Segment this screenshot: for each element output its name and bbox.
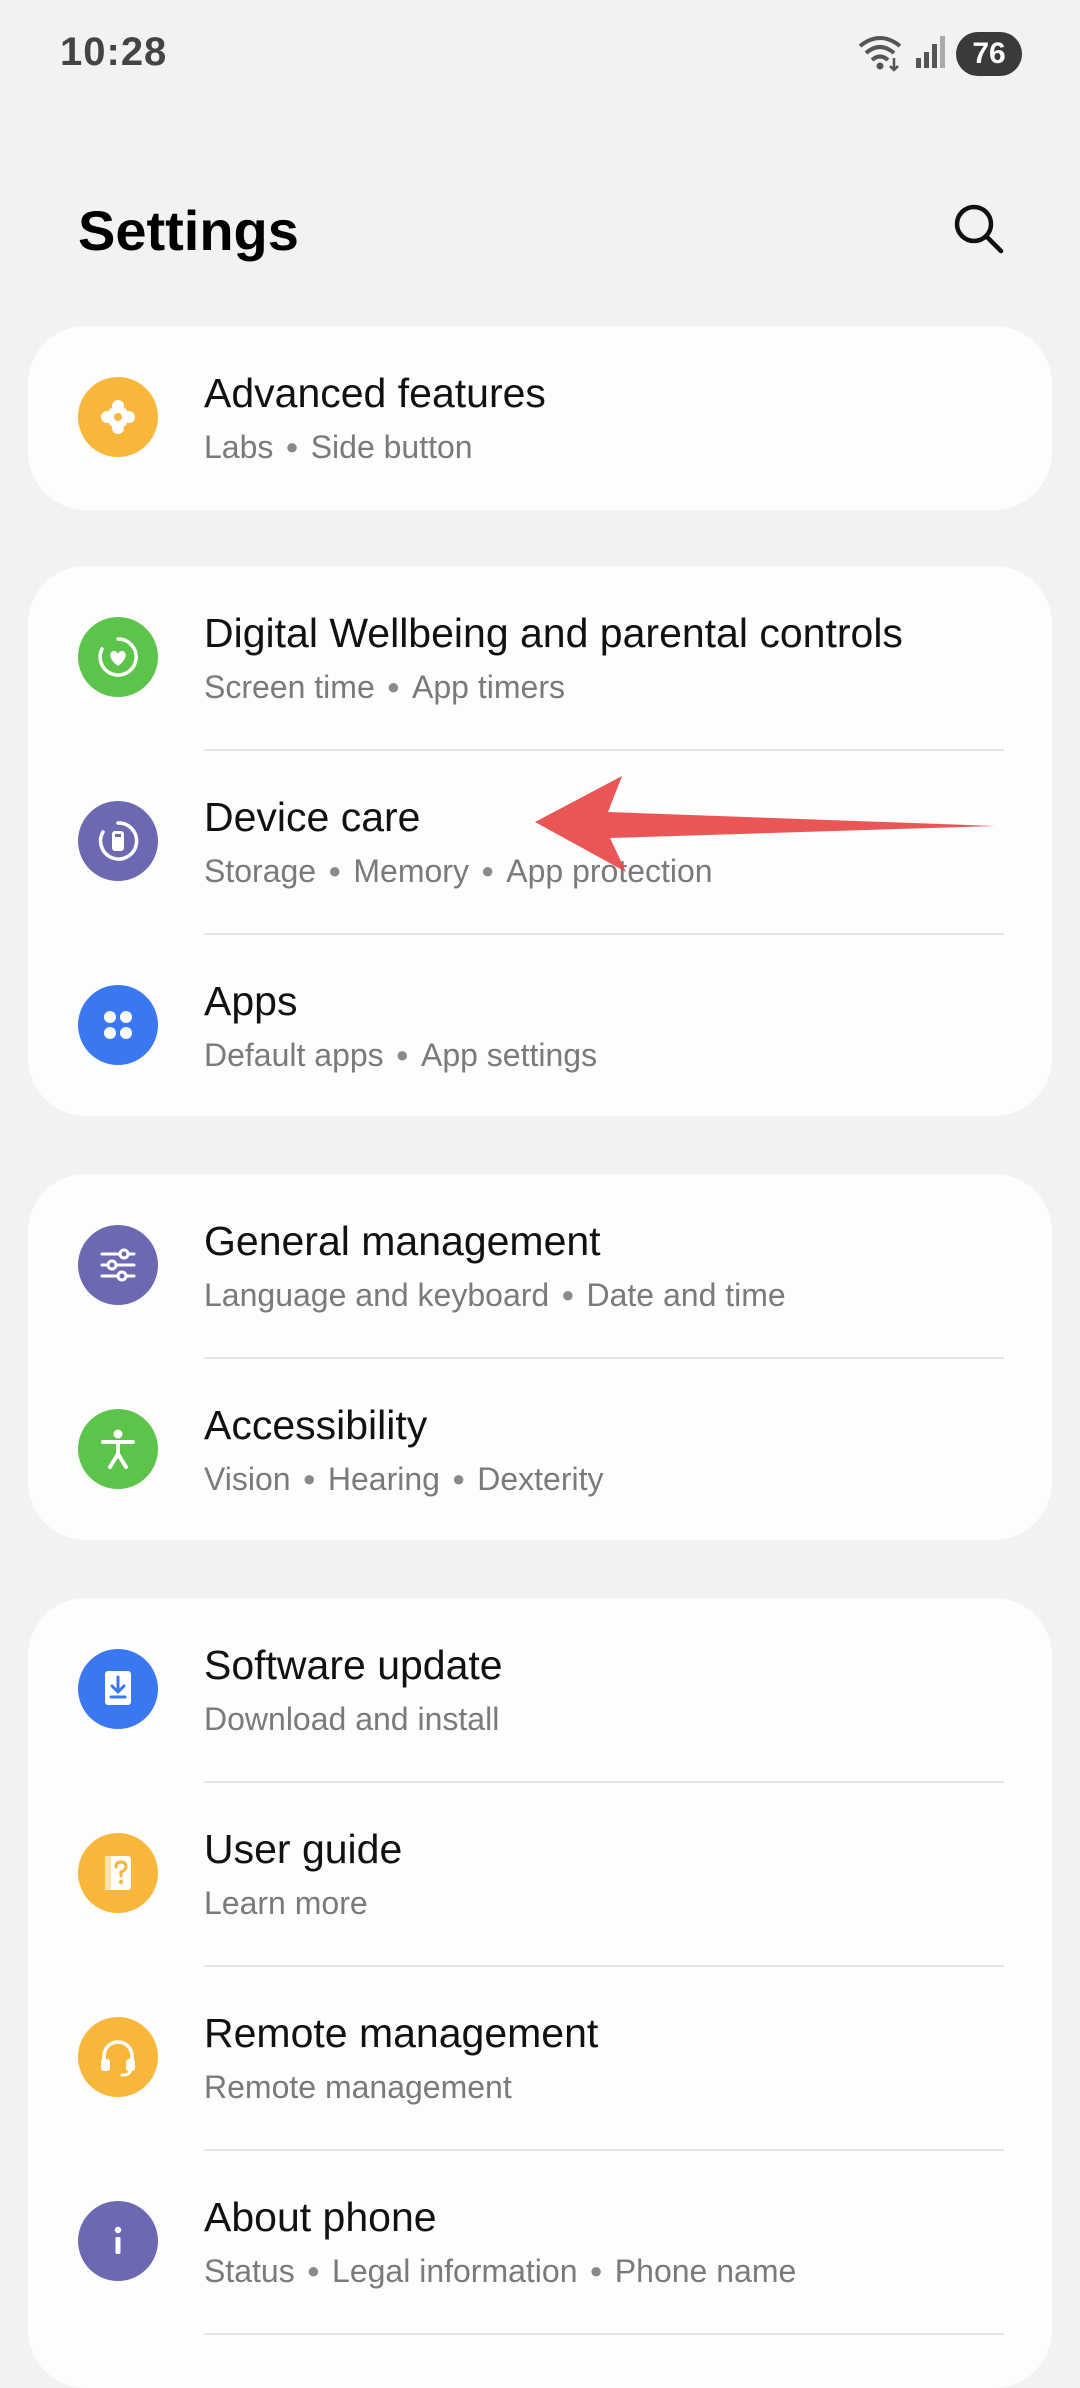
setting-advanced-features[interactable]: Advanced features Labs ● Side button	[28, 326, 1052, 510]
settings-group-support: Software update Download and install Use…	[28, 1598, 1052, 2388]
signal-icon	[914, 34, 946, 75]
status-icons: 76	[856, 30, 1022, 78]
subtitle-part: Status	[204, 2253, 295, 2289]
subtitle-part: Learn more	[204, 1885, 368, 1921]
puzzle-icon	[78, 377, 158, 457]
setting-accessibility[interactable]: Accessibility Vision ● Hearing ● Dexterity	[28, 1358, 1052, 1542]
setting-remote-management[interactable]: Remote management Remote management	[28, 1966, 1052, 2150]
page-title: Settings	[78, 199, 299, 262]
setting-about-phone[interactable]: About phone Status ● Legal information ● Pho…	[28, 2150, 1052, 2334]
search-button[interactable]	[944, 196, 1014, 266]
wellbeing-heart-icon	[78, 617, 158, 697]
annotation-arrow	[530, 772, 1000, 872]
setting-title: Remote management	[204, 2010, 599, 2056]
setting-title: Apps	[204, 978, 298, 1024]
setting-title: About phone	[204, 2194, 437, 2240]
setting-subtitle: Labs ● Side button	[204, 429, 473, 465]
subtitle-part: Dexterity	[477, 1461, 604, 1497]
status-bar: 10:28 76	[0, 0, 1080, 110]
setting-title: User guide	[204, 1826, 403, 1872]
setting-title: Digital Wellbeing and parental controls	[204, 610, 903, 656]
setting-subtitle: Default apps ● App settings	[204, 1037, 598, 1073]
subtitle-part: Vision	[204, 1461, 291, 1497]
setting-subtitle: Status ● Legal information ● Phone name	[204, 2253, 797, 2289]
subtitle-part: Default apps	[204, 1037, 384, 1073]
subtitle-part: Phone name	[614, 2253, 797, 2289]
setting-subtitle: Learn more	[204, 1885, 368, 1922]
wifi-icon	[856, 32, 904, 77]
settings-group-general: General management Language and keyboard…	[28, 1174, 1052, 1540]
info-icon	[78, 2201, 158, 2281]
subtitle-part: App settings	[420, 1037, 598, 1073]
settings-group-advanced: Advanced features Labs ● Side button	[28, 326, 1052, 510]
subtitle-part: Legal information	[332, 2253, 578, 2289]
device-care-icon	[78, 801, 158, 881]
setting-title: General management	[204, 1218, 601, 1264]
setting-subtitle: Remote management	[204, 2069, 512, 2106]
subtitle-part: Date and time	[586, 1277, 786, 1313]
setting-title: Advanced features	[204, 370, 546, 416]
subtitle-part: Storage	[204, 853, 317, 889]
header: Settings	[0, 180, 1080, 280]
setting-apps[interactable]: Apps Default apps ● App settings	[28, 934, 1052, 1118]
setting-general-management[interactable]: General management Language and keyboard…	[28, 1174, 1052, 1358]
subtitle-part: Hearing	[327, 1461, 440, 1497]
subtitle-part: Screen time	[204, 669, 375, 705]
headset-icon	[78, 2017, 158, 2097]
subtitle-part: Download and install	[204, 1701, 500, 1737]
status-time: 10:28	[60, 30, 168, 74]
divider	[204, 2333, 1004, 2335]
subtitle-part: Memory	[353, 853, 469, 889]
subtitle-part: Labs	[204, 429, 274, 465]
apps-grid-icon	[78, 985, 158, 1065]
subtitle-part: Side button	[310, 429, 473, 465]
sliders-icon	[78, 1225, 158, 1305]
subtitle-part: Language and keyboard	[204, 1277, 550, 1313]
setting-subtitle: Download and install	[204, 1701, 499, 1738]
setting-subtitle: Screen time ● App timers	[204, 669, 565, 705]
setting-title: Accessibility	[204, 1402, 428, 1448]
subtitle-part: Remote management	[204, 2069, 512, 2105]
setting-title: Software update	[204, 1642, 503, 1688]
setting-user-guide[interactable]: User guide Learn more	[28, 1782, 1052, 1966]
setting-subtitle: Language and keyboard ● Date and time	[204, 1277, 786, 1313]
subtitle-part: App timers	[412, 669, 565, 705]
battery-indicator: 76	[956, 32, 1022, 76]
setting-software-update[interactable]: Software update Download and install	[28, 1598, 1052, 1782]
setting-title: Device care	[204, 794, 421, 840]
setting-digital-wellbeing[interactable]: Digital Wellbeing and parental controls …	[28, 566, 1052, 750]
search-icon	[951, 201, 1007, 262]
help-book-icon	[78, 1833, 158, 1913]
accessibility-person-icon	[78, 1409, 158, 1489]
setting-subtitle: Vision ● Hearing ● Dexterity	[204, 1461, 604, 1497]
download-icon	[78, 1649, 158, 1729]
